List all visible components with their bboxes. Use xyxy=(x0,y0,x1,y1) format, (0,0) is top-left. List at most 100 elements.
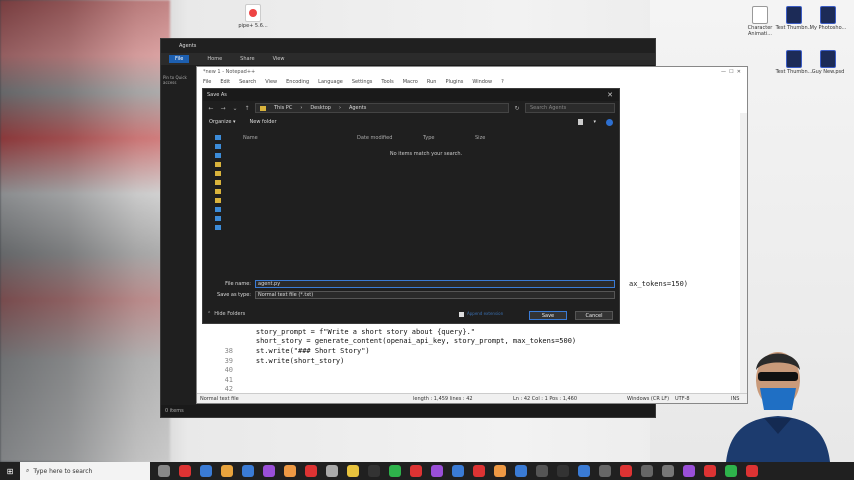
taskbar-search[interactable]: ⌕ Type here to search xyxy=(20,462,150,480)
pin-quick-access[interactable]: Pin to Quick access xyxy=(161,65,197,95)
taskbar-app-icon[interactable] xyxy=(515,465,527,477)
desktop-icon[interactable] xyxy=(215,144,221,149)
breadcrumb-desktop[interactable]: Desktop xyxy=(310,105,331,111)
ribbon-tab-view[interactable]: View xyxy=(273,56,285,62)
desktop-icon-label: My Photosho... xyxy=(809,25,847,31)
ribbon-tab-home[interactable]: Home xyxy=(207,56,222,62)
taskbar-app-icon[interactable] xyxy=(221,465,233,477)
taskbar-app-icon[interactable] xyxy=(473,465,485,477)
search-input[interactable]: Search Agents xyxy=(525,103,615,113)
taskbar-app-icon[interactable] xyxy=(263,465,275,477)
taskbar-app-icon[interactable] xyxy=(431,465,443,477)
menu-help[interactable]: ? xyxy=(501,79,504,85)
taskbar-app-icon[interactable] xyxy=(746,465,758,477)
taskbar-app-icon[interactable] xyxy=(599,465,611,477)
taskbar-app-icon[interactable] xyxy=(158,465,170,477)
column-type[interactable]: Type xyxy=(423,135,434,141)
refresh-icon[interactable]: ↻ xyxy=(513,105,521,112)
folder-icon[interactable] xyxy=(215,162,221,167)
code-editor[interactable]: story_prompt = f"Write a short story abo… xyxy=(197,327,739,394)
up-arrow-icon[interactable]: ↑ xyxy=(243,105,251,112)
menu-language[interactable]: Language xyxy=(318,79,343,85)
taskbar-app-icon[interactable] xyxy=(179,465,191,477)
window-controls[interactable]: — ☐ ✕ xyxy=(721,69,741,75)
taskbar-app-icon[interactable] xyxy=(284,465,296,477)
java-file-icon xyxy=(245,4,261,22)
quick-access-icon[interactable] xyxy=(215,135,221,140)
taskbar-app-icon[interactable] xyxy=(242,465,254,477)
taskbar-app-icon[interactable] xyxy=(326,465,338,477)
menu-view[interactable]: View xyxy=(265,79,277,85)
file-name-row: File name: agent.py xyxy=(203,279,615,288)
taskbar-app-icon[interactable] xyxy=(662,465,674,477)
taskbar-app-icon[interactable] xyxy=(536,465,548,477)
close-icon[interactable]: ✕ xyxy=(607,91,613,99)
menu-settings[interactable]: Settings xyxy=(352,79,373,85)
taskbar-app-icon[interactable] xyxy=(641,465,653,477)
column-headers: Name Date modified Type Size xyxy=(243,135,609,144)
new-folder-button[interactable]: New folder xyxy=(250,119,277,125)
back-arrow-icon[interactable]: ← xyxy=(207,105,215,112)
chevron-down-icon[interactable]: ▾ xyxy=(593,119,596,126)
taskbar-app-icon[interactable] xyxy=(410,465,422,477)
breadcrumb-this-pc[interactable]: This PC xyxy=(274,105,292,111)
this-pc-icon[interactable] xyxy=(215,207,221,212)
taskbar-app-icon[interactable] xyxy=(683,465,695,477)
menu-file[interactable]: File xyxy=(203,79,211,85)
desktop-icon-guy-new[interactable]: Guy New.psd xyxy=(808,50,848,75)
hide-folders-toggle[interactable]: ⌃ Hide Folders xyxy=(207,311,245,317)
menu-window[interactable]: Window xyxy=(472,79,492,85)
menu-tools[interactable]: Tools xyxy=(381,79,393,85)
folder-icon[interactable] xyxy=(215,171,221,176)
breadcrumb-agents[interactable]: Agents xyxy=(349,105,366,111)
menu-plugins[interactable]: Plugins xyxy=(445,79,463,85)
folder-icon[interactable] xyxy=(215,189,221,194)
taskbar-app-icon[interactable] xyxy=(452,465,464,477)
ribbon-tab-share[interactable]: Share xyxy=(240,56,254,62)
column-size[interactable]: Size xyxy=(475,135,485,141)
presenter-avatar xyxy=(726,352,830,462)
menu-run[interactable]: Run xyxy=(427,79,437,85)
explorer-nav-pane: Pin to Quick access xyxy=(161,65,197,405)
save-button[interactable]: Save xyxy=(529,311,567,320)
column-date-modified[interactable]: Date modified xyxy=(357,135,392,141)
cancel-button[interactable]: Cancel xyxy=(575,311,613,320)
menu-macro[interactable]: Macro xyxy=(403,79,418,85)
save-type-select[interactable]: Normal text file (*.txt) xyxy=(255,290,615,299)
folder-icon[interactable] xyxy=(215,198,221,203)
view-options-icon[interactable] xyxy=(578,118,584,125)
drive-icon[interactable] xyxy=(215,216,221,221)
address-bar[interactable]: This PC › Desktop › Agents xyxy=(255,103,509,113)
file-name-input[interactable]: agent.py xyxy=(255,279,615,288)
ribbon-tab-file[interactable]: File xyxy=(169,55,190,63)
explorer-title: Agents xyxy=(179,43,197,49)
taskbar-app-icon[interactable] xyxy=(200,465,212,477)
empty-folder-message: No items match your search. xyxy=(389,151,463,157)
taskbar-app-icon[interactable] xyxy=(725,465,737,477)
windows-start-icon[interactable]: ⊞ xyxy=(0,462,20,480)
taskbar-app-icon[interactable] xyxy=(347,465,359,477)
folder-icon[interactable] xyxy=(215,180,221,185)
code-line: 40 xyxy=(224,366,233,375)
append-extension-checkbox[interactable] xyxy=(459,312,464,317)
desktop-icon-label: Guy New.psd xyxy=(811,69,845,75)
taskbar-app-icon[interactable] xyxy=(494,465,506,477)
menu-search[interactable]: Search xyxy=(239,79,256,85)
forward-arrow-icon[interactable]: → xyxy=(219,105,227,112)
network-icon[interactable] xyxy=(215,225,221,230)
column-name[interactable]: Name xyxy=(243,135,258,141)
desktop-icon-pipe[interactable]: pipe+ 5.6... xyxy=(233,4,273,29)
desktop-icon-my-photoshop[interactable]: My Photosho... xyxy=(808,6,848,31)
taskbar-app-icon[interactable] xyxy=(578,465,590,477)
help-icon[interactable] xyxy=(606,118,613,126)
taskbar-app-icon[interactable] xyxy=(557,465,569,477)
taskbar-app-icon[interactable] xyxy=(704,465,716,477)
taskbar-app-icon[interactable] xyxy=(389,465,401,477)
taskbar-app-icon[interactable] xyxy=(368,465,380,477)
organize-menu[interactable]: Organize ▾ xyxy=(209,119,236,125)
menu-encoding[interactable]: Encoding xyxy=(286,79,309,85)
taskbar-app-icon[interactable] xyxy=(305,465,317,477)
taskbar-app-icon[interactable] xyxy=(620,465,632,477)
menu-edit[interactable]: Edit xyxy=(220,79,230,85)
chevron-down-icon[interactable]: ⌄ xyxy=(231,105,239,112)
